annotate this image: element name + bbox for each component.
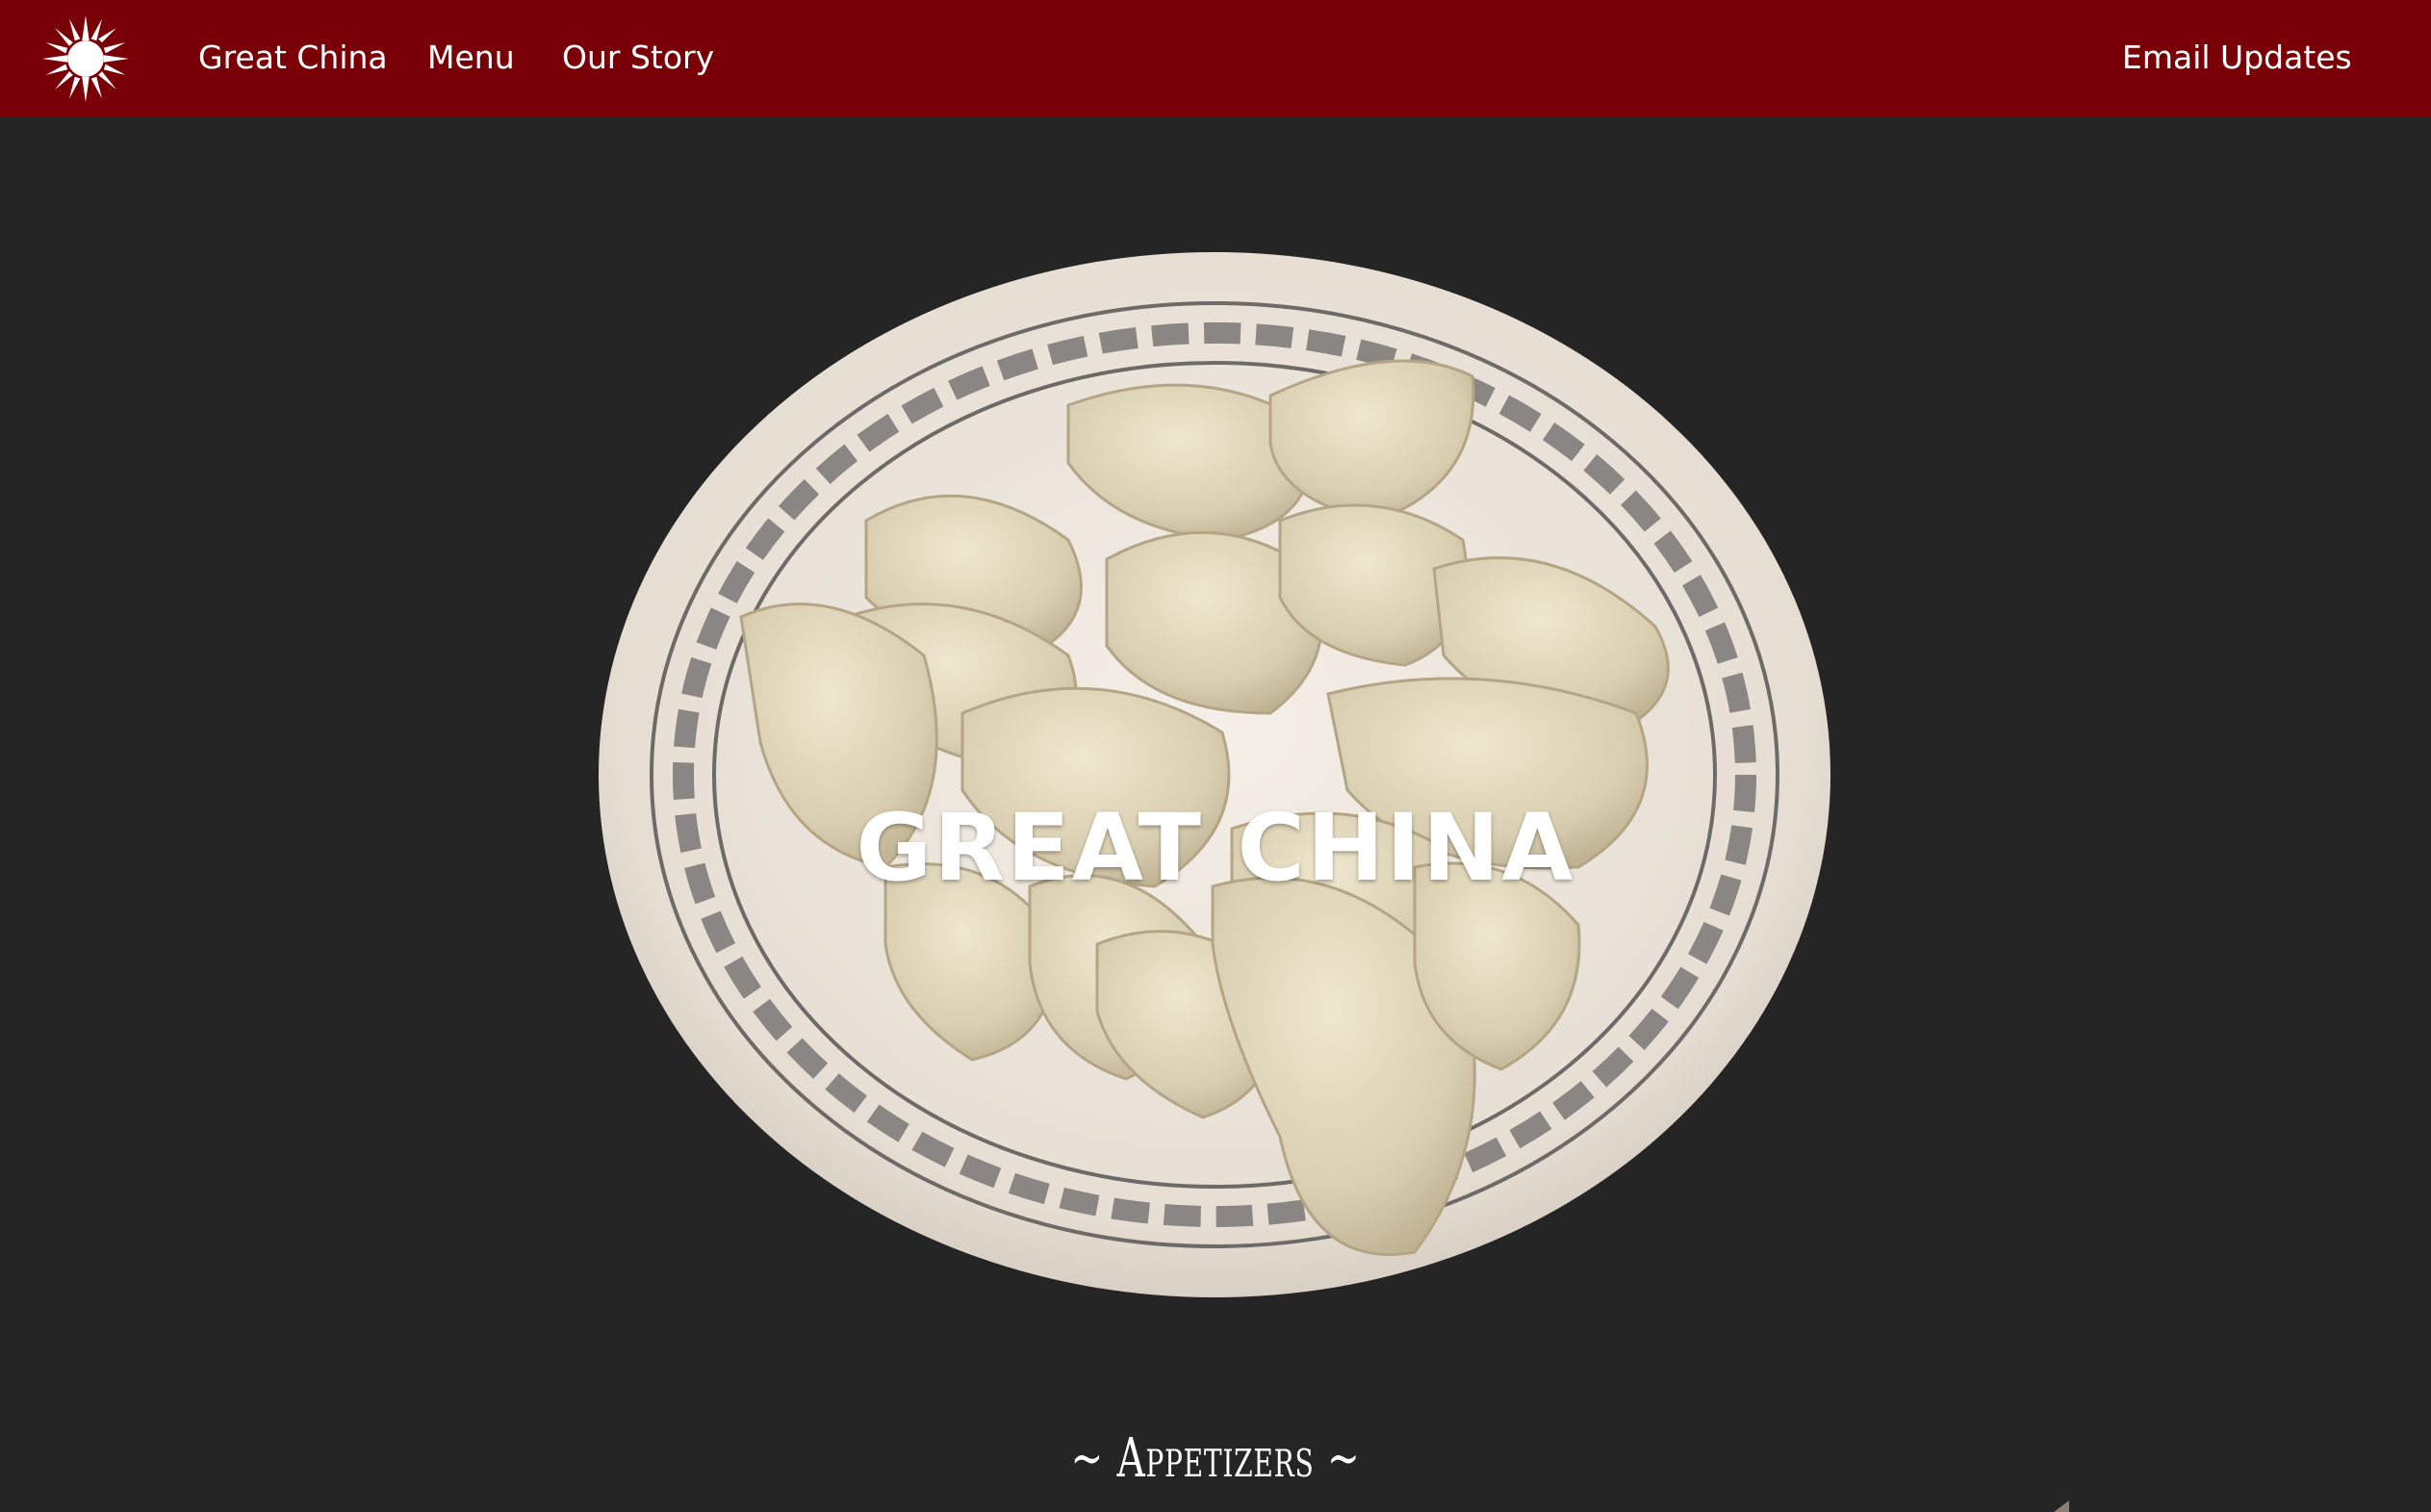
hero-title: GREAT CHINA (856, 794, 1575, 902)
dumplings-plate-image (599, 252, 1830, 1297)
nav-email-updates-link[interactable]: Email Updates (2122, 35, 2352, 81)
hero-banner: GREAT CHINA (0, 116, 2431, 1512)
resize-corner-icon (2054, 1500, 2069, 1512)
nav-our-story-link[interactable]: Our Story (562, 35, 714, 81)
top-navbar: Great China Menu Our Story Email Updates (0, 0, 2431, 116)
sun-icon[interactable] (40, 13, 131, 104)
appetizers-heading: ~ Appetizers ~ (1070, 1427, 1361, 1490)
nav-menu-link[interactable]: Menu (427, 35, 515, 81)
nav-brand-link[interactable]: Great China (198, 35, 388, 81)
